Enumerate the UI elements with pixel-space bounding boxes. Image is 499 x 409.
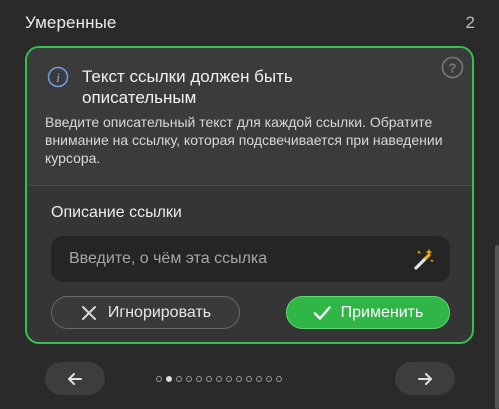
divider <box>27 185 472 186</box>
svg-text:i: i <box>56 70 60 85</box>
previous-issue-button[interactable] <box>45 362 105 395</box>
section-header: Умеренные 2 <box>25 10 475 36</box>
pagination-dot[interactable] <box>216 376 222 382</box>
arrow-right-icon <box>418 372 432 385</box>
pagination-dot[interactable] <box>176 376 182 382</box>
pagination-dot[interactable] <box>186 376 192 382</box>
pagination-dot[interactable] <box>196 376 202 382</box>
link-description-field <box>51 236 450 282</box>
question-icon[interactable]: ? <box>441 56 464 79</box>
issue-title: Текст ссылки должен быть описательным <box>82 67 293 107</box>
link-description-input[interactable] <box>51 236 391 282</box>
pagination-dot[interactable] <box>276 376 282 382</box>
ignore-button-label: Игнорировать <box>107 303 212 321</box>
issue-description: Введите описательный текст для каждой сс… <box>45 114 443 166</box>
info-icon: i <box>47 66 69 88</box>
accessibility-checker-panel: Умеренные 2 i ? Текст ссылки должен быть… <box>0 0 499 409</box>
scrollbar[interactable] <box>495 245 499 409</box>
next-issue-button[interactable] <box>395 362 455 395</box>
link-description-label: Описание ссылки <box>51 204 182 221</box>
pagination-dots <box>156 374 282 384</box>
svg-text:?: ? <box>449 61 457 76</box>
section-title: Умеренные <box>25 13 117 32</box>
checkmark-icon <box>313 305 331 320</box>
apply-button-label: Применить <box>340 303 424 321</box>
arrow-left-icon <box>68 372 82 385</box>
ignore-button[interactable]: Игнорировать <box>51 296 240 329</box>
magic-wand-icon[interactable] <box>410 246 436 272</box>
pagination-dot[interactable] <box>266 376 272 382</box>
issue-count: 2 <box>465 13 475 32</box>
pagination-dot[interactable] <box>246 376 252 382</box>
pagination-dot[interactable] <box>236 376 242 382</box>
pagination-dot[interactable] <box>206 376 212 382</box>
apply-button[interactable]: Применить <box>286 296 450 329</box>
pagination-dot[interactable] <box>156 376 162 382</box>
issue-card: i ? Текст ссылки должен быть описательны… <box>25 46 474 344</box>
pagination-dot[interactable] <box>226 376 232 382</box>
pagination-dot[interactable] <box>256 376 262 382</box>
pagination-dot[interactable] <box>166 376 172 382</box>
close-icon <box>81 305 96 320</box>
